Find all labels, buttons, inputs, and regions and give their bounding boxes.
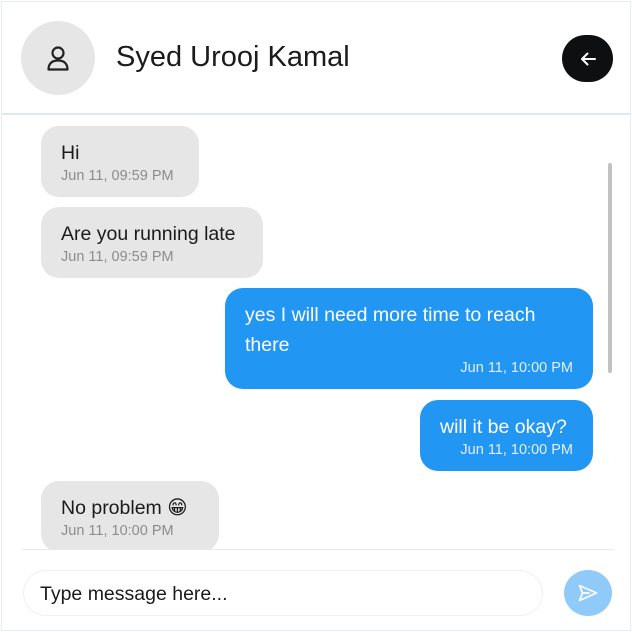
arrow-left-icon: [580, 52, 596, 65]
message-timestamp: Jun 11, 09:59 PM: [61, 249, 174, 265]
message-bubble-outgoing: yes I will need more time to reach there…: [225, 288, 593, 389]
message-timestamp: Jun 11, 10:00 PM: [460, 442, 573, 458]
user-icon: [47, 46, 69, 71]
message-timestamp: Jun 11, 09:59 PM: [61, 168, 174, 184]
message-text: will it be okay?: [440, 416, 567, 438]
avatar[interactable]: [21, 21, 95, 95]
chat-window: Syed Urooj Kamal Hi Jun 11, 09:59 PM Are…: [1, 1, 631, 631]
message-timestamp: Jun 11, 10:00 PM: [460, 360, 573, 376]
message-text: Are you running late: [61, 223, 236, 245]
message-bubble-outgoing: will it be okay? Jun 11, 10:00 PM: [420, 400, 593, 471]
send-button[interactable]: [564, 570, 612, 616]
message-list[interactable]: Hi Jun 11, 09:59 PM Are you running late…: [2, 115, 630, 549]
message-text: No problem 😁: [61, 497, 188, 519]
message-input-container: [23, 570, 543, 617]
message-bubble-incoming: No problem 😁 Jun 11, 10:00 PM: [41, 481, 219, 549]
message-timestamp: Jun 11, 10:00 PM: [61, 523, 174, 539]
chat-header: Syed Urooj Kamal: [2, 2, 630, 115]
message-text-line: there: [245, 334, 290, 356]
message-list-scrollbar[interactable]: [608, 163, 612, 373]
message-bubble-incoming: Are you running late Jun 11, 09:59 PM: [41, 207, 263, 278]
message-bubble-incoming: Hi Jun 11, 09:59 PM: [41, 126, 199, 197]
message-text: Hi: [61, 142, 80, 164]
contact-name: Syed Urooj Kamal: [116, 41, 350, 73]
send-icon: [578, 584, 598, 602]
message-text-line: yes I will need more time to reach: [245, 304, 536, 326]
message-input[interactable]: [38, 571, 532, 617]
back-button[interactable]: [562, 35, 613, 82]
composer-divider: [22, 549, 614, 550]
